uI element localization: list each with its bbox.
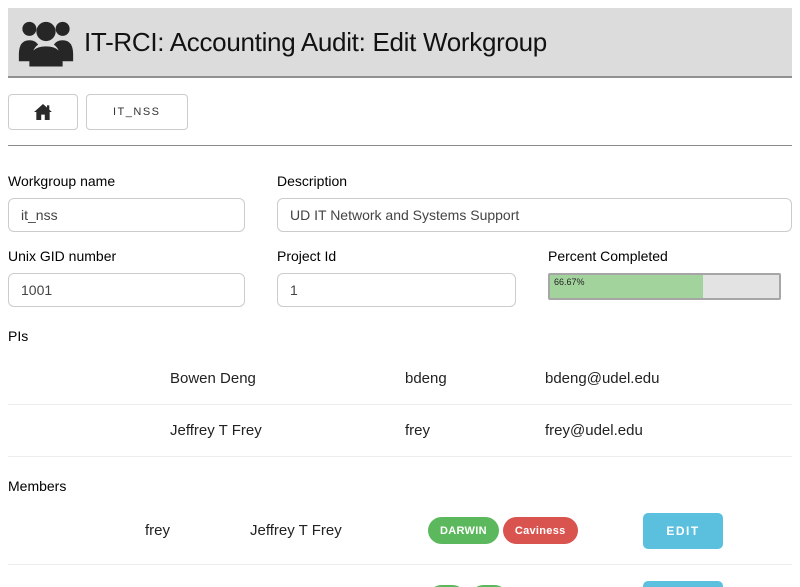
edit-member-button[interactable]: EDIT xyxy=(643,581,723,587)
workgroup-name-label: Workgroup name xyxy=(8,173,245,189)
description-input[interactable] xyxy=(277,198,792,232)
members-section-label: Members xyxy=(8,478,792,494)
description-label: Description xyxy=(277,173,792,189)
pis-section-label: PIs xyxy=(8,328,792,344)
pi-email: frey@udel.edu xyxy=(545,422,792,439)
member-cluster-badges: DARWIN Caviness xyxy=(428,517,643,544)
pi-row: Bowen Deng bdeng bdeng@udel.edu xyxy=(8,353,792,405)
pis-table: Bowen Deng bdeng bdeng@udel.edu Jeffrey … xyxy=(8,353,792,457)
workgroup-breadcrumb-button[interactable]: IT_NSS xyxy=(86,94,188,130)
page: IT-RCI: Accounting Audit: Edit Workgroup… xyxy=(0,0,800,587)
workgroup-name-input[interactable] xyxy=(8,198,245,232)
pi-name: Bowen Deng xyxy=(170,370,405,387)
app-header: IT-RCI: Accounting Audit: Edit Workgroup xyxy=(8,8,792,78)
divider xyxy=(8,145,792,146)
project-id-label: Project Id xyxy=(277,248,516,264)
cluster-badge-darwin: DARWIN xyxy=(428,517,499,544)
member-row: EDIT xyxy=(8,565,792,587)
progress-bar-fill: 66.67% xyxy=(550,275,703,298)
pi-username: frey xyxy=(405,422,545,439)
unix-gid-input[interactable] xyxy=(8,273,245,307)
unix-gid-field-group: Unix GID number xyxy=(8,248,245,307)
pi-email: bdeng@udel.edu xyxy=(545,370,792,387)
description-field-group: Description xyxy=(277,173,792,232)
workgroup-name-field-group: Workgroup name xyxy=(8,173,245,232)
pi-row: Jeffrey T Frey frey frey@udel.edu xyxy=(8,405,792,457)
member-name: Jeffrey T Frey xyxy=(250,522,428,539)
home-icon xyxy=(34,104,52,120)
form-row-2: Unix GID number Project Id Percent Compl… xyxy=(8,248,792,307)
percent-completed-group: Percent Completed 66.67% xyxy=(548,248,781,307)
member-username: frey xyxy=(145,522,250,539)
page-title: IT-RCI: Accounting Audit: Edit Workgroup xyxy=(84,27,547,58)
form-row-1: Workgroup name Description xyxy=(8,173,792,232)
cluster-badge-caviness: Caviness xyxy=(503,517,578,544)
progress-bar: 66.67% xyxy=(548,273,781,300)
edit-member-button[interactable]: EDIT xyxy=(643,513,723,549)
member-row: frey Jeffrey T Frey DARWIN Caviness EDIT xyxy=(8,497,792,565)
members-table: frey Jeffrey T Frey DARWIN Caviness EDIT… xyxy=(8,497,792,587)
project-id-field-group: Project Id xyxy=(277,248,516,307)
percent-completed-label: Percent Completed xyxy=(548,248,781,264)
pi-username: bdeng xyxy=(405,370,545,387)
pi-name: Jeffrey T Frey xyxy=(170,422,405,439)
project-id-input[interactable] xyxy=(277,273,516,307)
unix-gid-label: Unix GID number xyxy=(8,248,245,264)
breadcrumb: IT_NSS xyxy=(8,94,792,130)
users-group-icon xyxy=(18,17,74,67)
home-button[interactable] xyxy=(8,94,78,130)
